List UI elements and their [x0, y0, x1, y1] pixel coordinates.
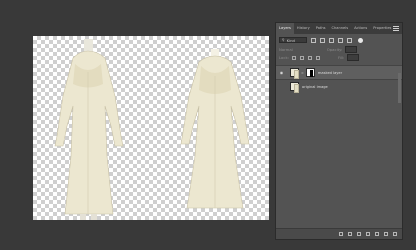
opacity-label: Opacity: [326, 47, 343, 52]
blend-mode-select[interactable]: Normal [279, 47, 293, 52]
coat-figure-right [180, 49, 250, 209]
layer-row-masked[interactable]: ◉ ∞ masked layer [276, 65, 402, 79]
opacity-field[interactable] [345, 46, 358, 53]
mannequin-figure-left [54, 39, 124, 220]
lock-icons [291, 55, 320, 60]
filter-kind-label: Kind [286, 37, 295, 43]
layer-mask-thumbnail[interactable] [305, 68, 315, 77]
lock-position-icon[interactable] [307, 55, 312, 60]
lock-row: Lock: Fill: [276, 54, 402, 61]
tab-history[interactable]: History [294, 23, 313, 34]
new-layer-icon[interactable] [384, 232, 388, 236]
tab-actions[interactable]: Actions [351, 23, 370, 34]
garment-artwork [54, 39, 250, 220]
layer-style-icon[interactable] [348, 232, 352, 236]
link-layers-icon[interactable] [339, 232, 343, 236]
eye-icon[interactable]: ◉ [279, 70, 284, 75]
type-filter-icon[interactable] [329, 37, 334, 43]
layer-thumbnail [290, 82, 299, 93]
chain-link-icon[interactable]: ∞ [301, 71, 304, 75]
smart-object-filter-icon[interactable] [347, 37, 352, 43]
fill-label: Fill: [337, 55, 345, 60]
lock-label: Lock: [279, 55, 289, 60]
lock-image-icon[interactable] [299, 55, 304, 60]
blend-row: Normal Opacity: [276, 46, 402, 53]
filter-type-icons [311, 37, 352, 43]
trash-icon[interactable] [393, 232, 397, 236]
tab-paths[interactable]: Paths [313, 23, 329, 34]
tab-layers[interactable]: Layers [276, 23, 294, 34]
fill-field[interactable] [347, 54, 360, 61]
layer-thumbnail [290, 68, 299, 79]
panel-tab-bar: Layers History Paths Channels Actions Pr… [276, 23, 402, 34]
add-mask-icon[interactable] [357, 232, 361, 236]
layer-filter-row: ⚲ Kind [276, 37, 402, 43]
layer-row-original[interactable]: original image [276, 79, 402, 93]
layer-name: original image [302, 84, 328, 89]
layer-name: masked layer [317, 70, 343, 75]
lock-transparent-icon[interactable] [291, 55, 296, 60]
layers-footer-toolbar [276, 228, 402, 239]
adjustment-layer-icon[interactable] [366, 232, 370, 236]
shape-filter-icon[interactable] [338, 37, 343, 43]
panel-menu-icon[interactable] [393, 26, 399, 31]
tab-properties[interactable]: Properties [370, 23, 394, 34]
adjustment-filter-icon[interactable] [320, 37, 325, 43]
new-group-icon[interactable] [375, 232, 379, 236]
filter-toggle[interactable] [358, 37, 363, 43]
search-icon: ⚲ [282, 38, 285, 42]
lock-all-icon[interactable] [315, 55, 320, 60]
filter-kind-select[interactable]: ⚲ Kind [279, 37, 307, 43]
layers-panel: Layers History Paths Channels Actions Pr… [275, 22, 403, 240]
pixel-filter-icon[interactable] [311, 37, 316, 43]
tab-channels[interactable]: Channels [328, 23, 351, 34]
panel-scrollbar[interactable] [398, 73, 401, 103]
document-canvas[interactable] [33, 36, 269, 220]
